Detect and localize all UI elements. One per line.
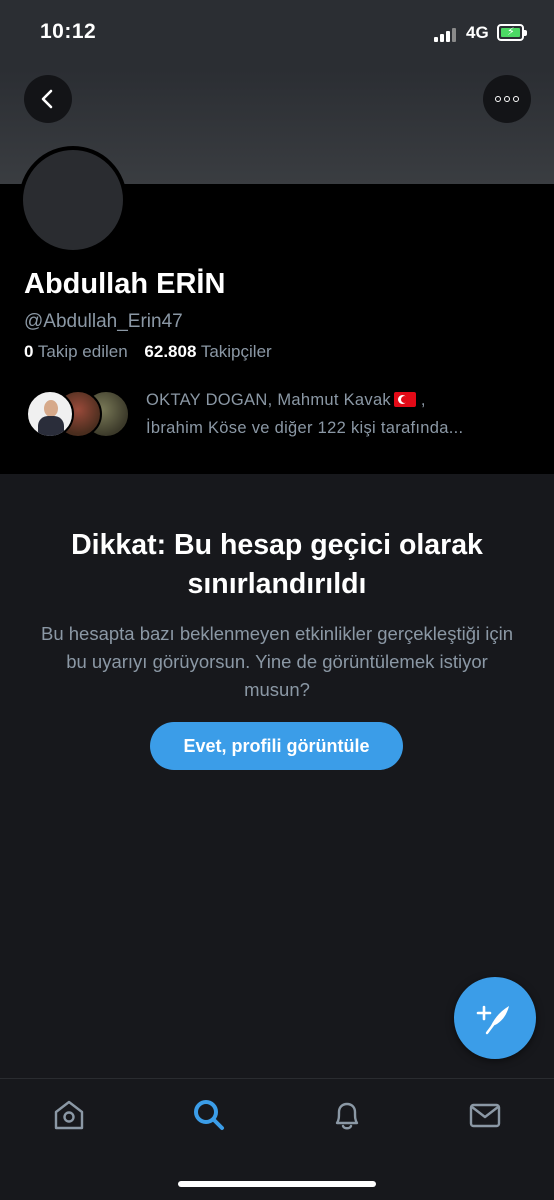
search-icon	[194, 1100, 224, 1130]
view-profile-button[interactable]: Evet, profili görüntüle	[150, 722, 403, 770]
tab-search[interactable]	[189, 1095, 229, 1135]
signal-bars-icon	[434, 28, 458, 42]
more-options-button[interactable]	[483, 75, 531, 123]
home-indicator	[178, 1181, 376, 1187]
status-time: 10:12	[40, 20, 97, 43]
followers-label: Takipçiler	[200, 342, 272, 361]
profile-name: Abdullah ERİN	[24, 268, 226, 300]
following-link[interactable]: 0 Takip edilen	[24, 342, 128, 361]
profile-stats: 0 Takip edilen 62.808 Takipçiler	[24, 342, 272, 362]
following-label: Takip edilen	[37, 342, 128, 361]
following-count: 0	[24, 342, 34, 361]
bell-icon	[335, 1102, 359, 1130]
more-horizontal-icon	[495, 96, 519, 102]
followed-by-names: OKTAY DOGAN, Mahmut Kavak	[146, 391, 391, 409]
follower-avatar	[26, 390, 74, 438]
followed-by-suffix: ,	[416, 391, 426, 409]
followers-count: 62.808	[144, 342, 197, 361]
followed-by-more: İbrahim Köse ve diğer 122 kişi tarafında…	[146, 419, 464, 437]
chevron-left-icon	[41, 89, 53, 109]
followed-by-text: OKTAY DOGAN, Mahmut Kavak , İbrahim Köse…	[146, 386, 526, 442]
home-icon	[54, 1100, 84, 1130]
compose-tweet-button[interactable]	[454, 977, 536, 1059]
envelope-icon	[469, 1103, 501, 1128]
network-type: 4G	[466, 23, 489, 42]
warning-title: Dikkat: Bu hesap geçici olarak sınırland…	[71, 529, 483, 600]
turkey-flag-icon	[394, 392, 416, 407]
status-bar: 10:12 4G ⚡	[0, 0, 554, 70]
warning-body: Bu hesapta bazı beklenmeyen etkinlikler …	[40, 623, 513, 700]
avatar[interactable]	[19, 146, 127, 254]
profile-handle: @Abdullah_Erin47	[24, 311, 183, 332]
followed-by-row[interactable]: OKTAY DOGAN, Mahmut Kavak , İbrahim Köse…	[26, 386, 536, 446]
followed-by-avatars	[26, 390, 136, 440]
followers-link[interactable]: 62.808 Takipçiler	[144, 342, 271, 361]
compose-tweet-icon	[476, 1005, 509, 1035]
back-button[interactable]	[24, 75, 72, 123]
tab-messages[interactable]	[465, 1095, 505, 1135]
battery-charging-icon: ⚡	[497, 24, 527, 41]
tab-notifications[interactable]	[327, 1095, 367, 1135]
tab-home[interactable]	[49, 1095, 89, 1135]
